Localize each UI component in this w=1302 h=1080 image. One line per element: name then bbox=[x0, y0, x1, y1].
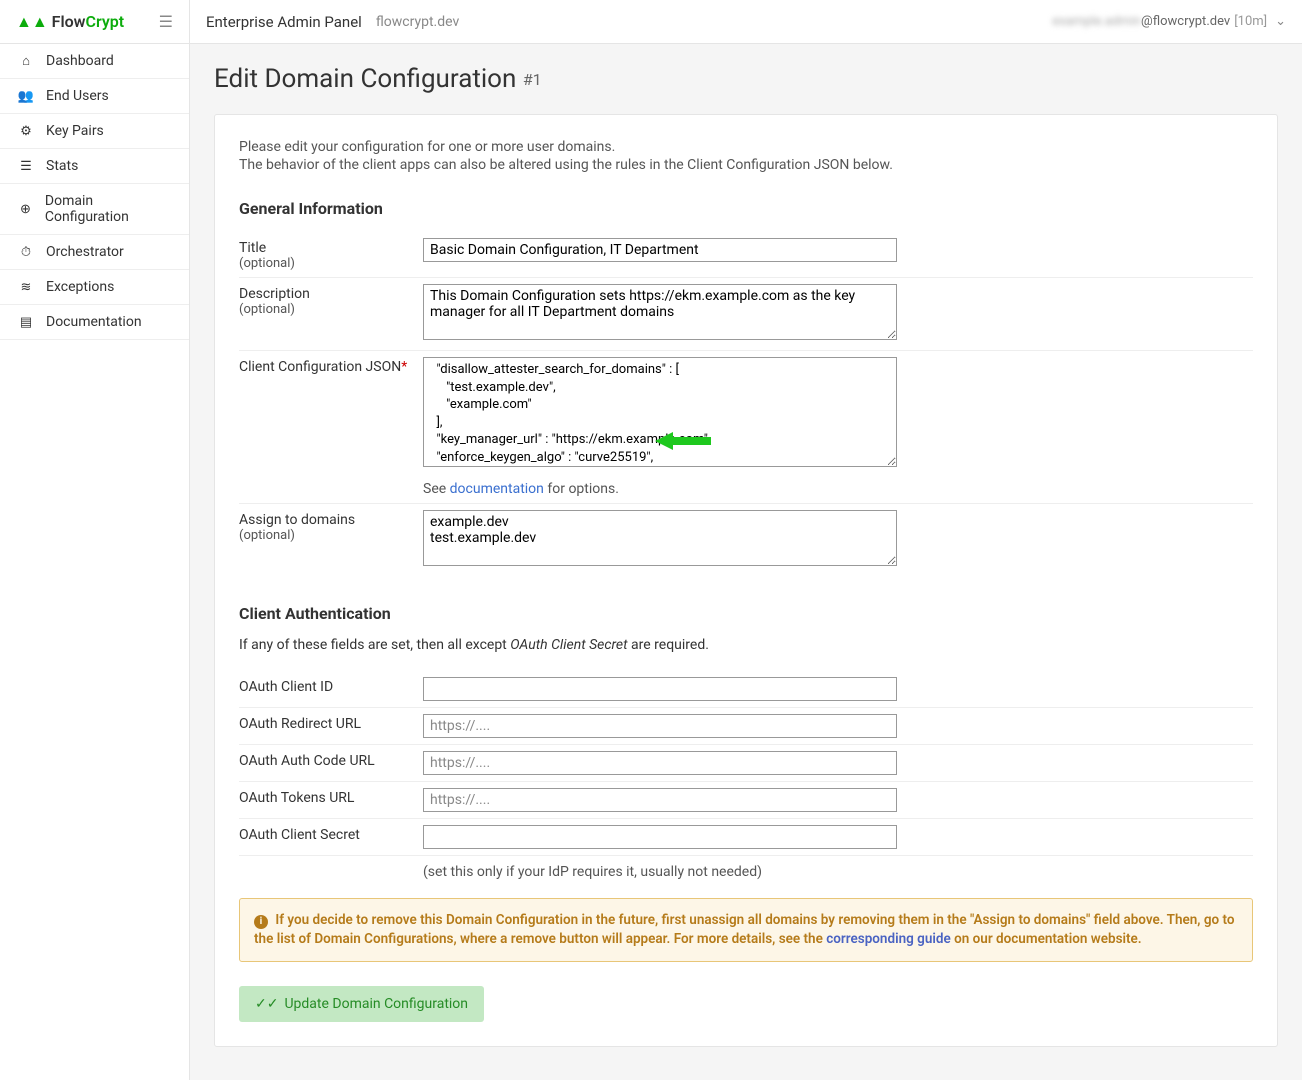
json-help-prefix: See bbox=[423, 481, 450, 497]
sidebar-item-label: Domain Configuration bbox=[45, 193, 173, 225]
client-config-json-textarea[interactable] bbox=[423, 357, 897, 467]
brand-suffix: Crypt bbox=[86, 12, 125, 31]
page-title: Edit Domain Configuration #1 bbox=[214, 64, 1278, 94]
sidebar-item-label: Documentation bbox=[46, 314, 142, 330]
json-label: Client Configuration JSON* bbox=[239, 357, 423, 375]
sidebar-header: ▲▲FlowCrypt ☰ bbox=[0, 0, 189, 44]
user-domain: @flowcrypt.dev bbox=[1141, 14, 1230, 29]
brand-prefix: Flow bbox=[52, 12, 86, 31]
exceptions-icon: ≋ bbox=[16, 280, 36, 295]
removal-warning-alert: i If you decide to remove this Domain Co… bbox=[239, 898, 1253, 962]
check-all-icon: ✓✓ bbox=[255, 996, 278, 1012]
home-icon: ⌂ bbox=[16, 53, 36, 69]
json-help-suffix: for options. bbox=[544, 481, 619, 497]
oauth-client-id-label: OAuth Client ID bbox=[239, 677, 423, 695]
oauth-redirect-label: OAuth Redirect URL bbox=[239, 714, 423, 732]
auth-intro-suffix: are required. bbox=[628, 637, 709, 653]
sidebar-item-label: Exceptions bbox=[46, 279, 114, 295]
user-menu[interactable]: example.admin @flowcrypt.dev [10m] ⌄ bbox=[1052, 14, 1286, 29]
documentation-link[interactable]: documentation bbox=[450, 481, 544, 497]
menu-toggle-icon[interactable]: ☰ bbox=[159, 12, 173, 31]
oauth-auth-code-input[interactable] bbox=[423, 751, 897, 775]
sidebar-item-dashboard[interactable]: ⌂ Dashboard bbox=[0, 44, 189, 79]
intro-line-1: Please edit your configuration for one o… bbox=[239, 139, 1253, 155]
auth-intro-em: OAuth Client Secret bbox=[510, 637, 627, 653]
description-textarea[interactable] bbox=[423, 284, 897, 340]
sidebar-item-label: End Users bbox=[46, 88, 109, 104]
info-icon: i bbox=[254, 915, 268, 929]
client-auth-intro: If any of these fields are set, then all… bbox=[239, 637, 1253, 653]
title-input[interactable] bbox=[423, 238, 897, 262]
oauth-tokens-input[interactable] bbox=[423, 788, 897, 812]
oauth-redirect-input[interactable] bbox=[423, 714, 897, 738]
oauth-secret-note: (set this only if your IdP requires it, … bbox=[423, 862, 897, 882]
sidebar: ▲▲FlowCrypt ☰ ⌂ Dashboard 👥 End Users ⚙ … bbox=[0, 0, 190, 1080]
oauth-secret-input[interactable] bbox=[423, 825, 897, 849]
page-title-id: #1 bbox=[523, 70, 542, 89]
topbar-subtitle: flowcrypt.dev bbox=[376, 14, 459, 30]
json-label-text: Client Configuration JSON bbox=[239, 359, 401, 375]
sidebar-item-stats[interactable]: ☰ Stats bbox=[0, 149, 189, 184]
auth-intro-prefix: If any of these fields are set, then all… bbox=[239, 637, 510, 653]
sidebar-item-exceptions[interactable]: ≋ Exceptions bbox=[0, 270, 189, 305]
description-label: Description (optional) bbox=[239, 284, 423, 317]
update-button-label: Update Domain Configuration bbox=[284, 996, 468, 1012]
title-label-text: Title bbox=[239, 240, 266, 256]
domains-label-text: Assign to domains bbox=[239, 512, 355, 528]
chevron-down-icon[interactable]: ⌄ bbox=[1275, 14, 1286, 29]
json-help-text: See documentation for options. bbox=[423, 481, 897, 497]
sidebar-item-orchestrator[interactable]: ⏱ Orchestrator bbox=[0, 235, 189, 270]
sidebar-item-label: Stats bbox=[46, 158, 78, 174]
brand-logo[interactable]: ▲▲FlowCrypt bbox=[16, 12, 124, 32]
users-icon: 👥 bbox=[16, 89, 36, 104]
stats-icon: ☰ bbox=[16, 159, 36, 174]
page-title-text: Edit Domain Configuration bbox=[214, 64, 516, 94]
oauth-client-id-input[interactable] bbox=[423, 677, 897, 701]
sidebar-item-domain-configuration[interactable]: ⊕ Domain Configuration bbox=[0, 184, 189, 235]
oauth-tokens-label: OAuth Tokens URL bbox=[239, 788, 423, 806]
brand-icon: ▲▲ bbox=[16, 12, 48, 31]
config-card: Please edit your configuration for one o… bbox=[214, 114, 1278, 1047]
domains-sublabel: (optional) bbox=[239, 528, 423, 543]
description-label-text: Description bbox=[239, 286, 310, 302]
required-indicator: * bbox=[401, 359, 407, 375]
topbar: Enterprise Admin Panel flowcrypt.dev exa… bbox=[190, 0, 1302, 44]
sidebar-item-label: Key Pairs bbox=[46, 123, 104, 139]
alert-text-2: on our documentation website. bbox=[951, 931, 1142, 947]
sidebar-item-end-users[interactable]: 👥 End Users bbox=[0, 79, 189, 114]
title-sublabel: (optional) bbox=[239, 256, 423, 271]
topbar-title: Enterprise Admin Panel bbox=[206, 13, 362, 31]
general-info-heading: General Information bbox=[239, 199, 1253, 218]
oauth-secret-label: OAuth Client Secret bbox=[239, 825, 423, 843]
domains-label: Assign to domains (optional) bbox=[239, 510, 423, 543]
sidebar-item-documentation[interactable]: ▤ Documentation bbox=[0, 305, 189, 340]
title-label: Title (optional) bbox=[239, 238, 423, 271]
description-sublabel: (optional) bbox=[239, 302, 423, 317]
docs-icon: ▤ bbox=[16, 315, 36, 330]
orchestrator-icon: ⏱ bbox=[16, 245, 36, 260]
sidebar-item-label: Orchestrator bbox=[46, 244, 124, 260]
update-domain-config-button[interactable]: ✓✓ Update Domain Configuration bbox=[239, 986, 484, 1022]
intro-line-2: The behavior of the client apps can also… bbox=[239, 157, 1253, 173]
sidebar-item-key-pairs[interactable]: ⚙ Key Pairs bbox=[0, 114, 189, 149]
globe-icon: ⊕ bbox=[16, 202, 35, 217]
client-auth-heading: Client Authentication bbox=[239, 604, 1253, 623]
keys-icon: ⚙ bbox=[16, 124, 36, 139]
assign-domains-textarea[interactable] bbox=[423, 510, 897, 566]
session-time: [10m] bbox=[1234, 14, 1267, 29]
sidebar-item-label: Dashboard bbox=[46, 53, 114, 69]
oauth-auth-code-label: OAuth Auth Code URL bbox=[239, 751, 423, 769]
user-name-hidden: example.admin bbox=[1052, 14, 1141, 29]
corresponding-guide-link[interactable]: corresponding guide bbox=[826, 931, 951, 947]
